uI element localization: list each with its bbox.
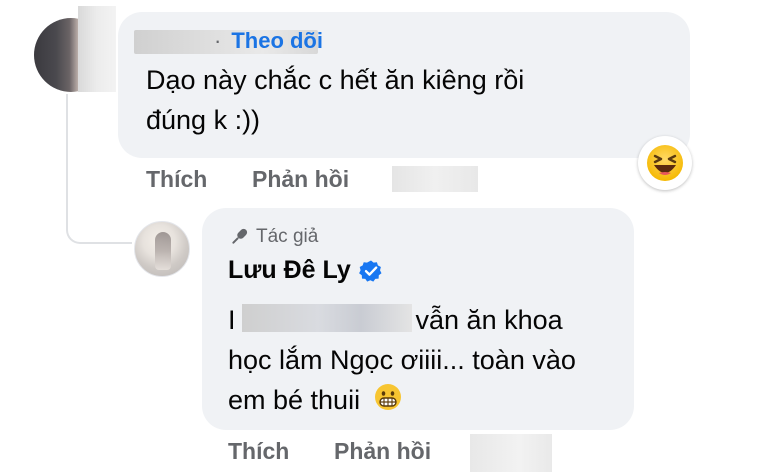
reply-button[interactable]: Phản hồi bbox=[252, 166, 349, 193]
follow-link[interactable]: Theo dõi bbox=[231, 28, 323, 54]
reply-text-line: em bé thuii bbox=[228, 380, 576, 422]
comment-text-line: đúng k :)) bbox=[146, 105, 261, 135]
verified-badge-icon bbox=[358, 259, 383, 283]
follow-separator: · bbox=[214, 28, 222, 53]
author-avatar-figure bbox=[155, 232, 171, 270]
like-button[interactable]: Thích bbox=[146, 166, 207, 193]
comment-text-line: Dạo này chắc c hết ăn kiêng rồi bbox=[146, 65, 525, 95]
reply-text-line3: em bé thuii bbox=[228, 385, 361, 415]
reply-text-line: học lắm Ngọc ơiiii... toàn vào bbox=[228, 345, 576, 375]
reply-text-suffix: vẫn ăn khoa bbox=[415, 305, 563, 335]
redacted-timestamp bbox=[392, 166, 478, 192]
redacted-mention bbox=[242, 304, 412, 332]
reply-button[interactable]: Phản hồi bbox=[334, 438, 431, 465]
grimacing-emoji-icon bbox=[374, 382, 402, 422]
like-button[interactable]: Thích bbox=[228, 438, 289, 465]
laughing-face-icon bbox=[647, 145, 683, 181]
author-avatar[interactable] bbox=[134, 221, 190, 277]
follow-row: · Theo dõi bbox=[214, 28, 323, 54]
haha-reaction-icon[interactable] bbox=[638, 136, 692, 190]
author-name: Lưu Đê Ly bbox=[228, 256, 383, 285]
author-badge-label: Tác giả bbox=[256, 226, 319, 247]
redacted-timestamp bbox=[470, 434, 552, 472]
author-badge: Tác giả bbox=[228, 226, 318, 248]
redacted-avatar-area bbox=[78, 6, 116, 92]
reply-text-prefix: I bbox=[228, 305, 236, 335]
comment-text: Dạo này chắc c hết ăn kiêng rồi đúng k :… bbox=[146, 60, 524, 140]
comment-thread: · Theo dõi Dạo này chắc c hết ăn kiêng r… bbox=[0, 0, 780, 472]
microphone-icon bbox=[232, 228, 248, 244]
author-name-link[interactable]: Lưu Đê Ly bbox=[228, 256, 351, 285]
